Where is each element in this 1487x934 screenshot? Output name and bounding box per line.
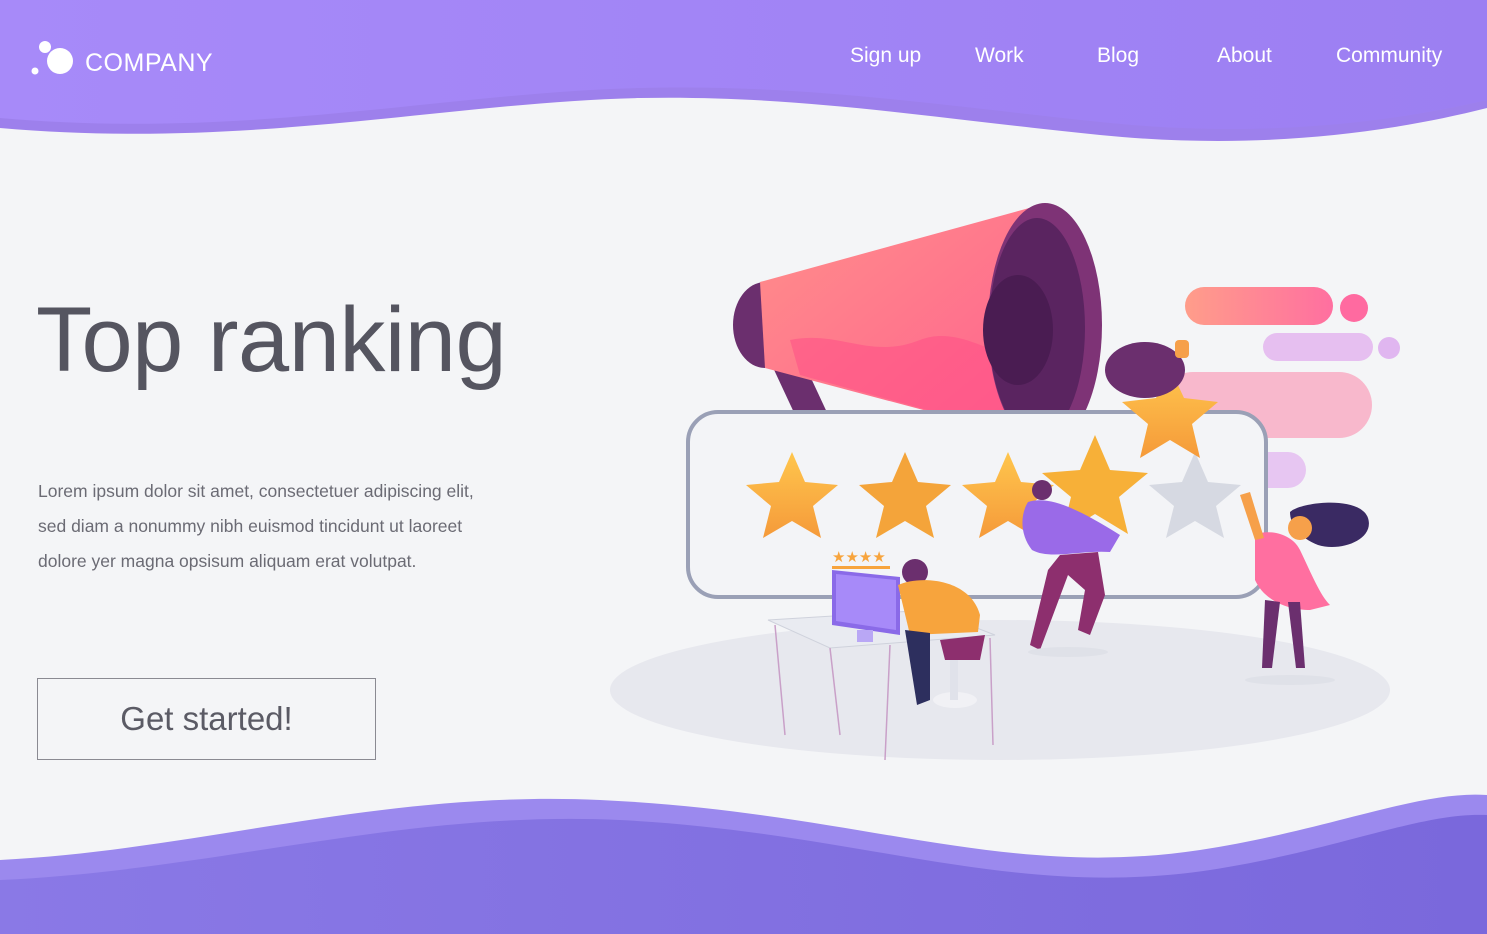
brand-name: COMPANY	[85, 49, 214, 77]
description-line: dolore yer magna opsisum aliquam erat vo…	[38, 551, 417, 571]
small-rating-icon: ★★★★	[832, 548, 890, 569]
description-line: sed diam a nonummy nibh euismod tincidun…	[38, 516, 463, 536]
page-title: Top ranking	[36, 289, 507, 391]
nav-sign-up[interactable]: Sign up	[850, 44, 921, 68]
logo-bubbles-icon	[31, 39, 77, 77]
nav-blog[interactable]: Blog	[1097, 44, 1139, 68]
nav-work[interactable]: Work	[975, 44, 1024, 68]
hero-description: Lorem ipsum dolor sit amet, consectetuer…	[38, 474, 518, 579]
get-started-button[interactable]: Get started!	[37, 678, 376, 760]
bottom-wave	[0, 814, 1487, 934]
ranking-illustration: ★★★★	[610, 203, 1400, 761]
svg-text:★★★★: ★★★★	[832, 548, 886, 566]
company-logo[interactable]: COMPANY	[31, 37, 213, 78]
nav-about[interactable]: About	[1217, 44, 1272, 68]
nav-community[interactable]: Community	[1336, 44, 1442, 68]
description-line: Lorem ipsum dolor sit amet, consectetuer…	[38, 481, 474, 501]
